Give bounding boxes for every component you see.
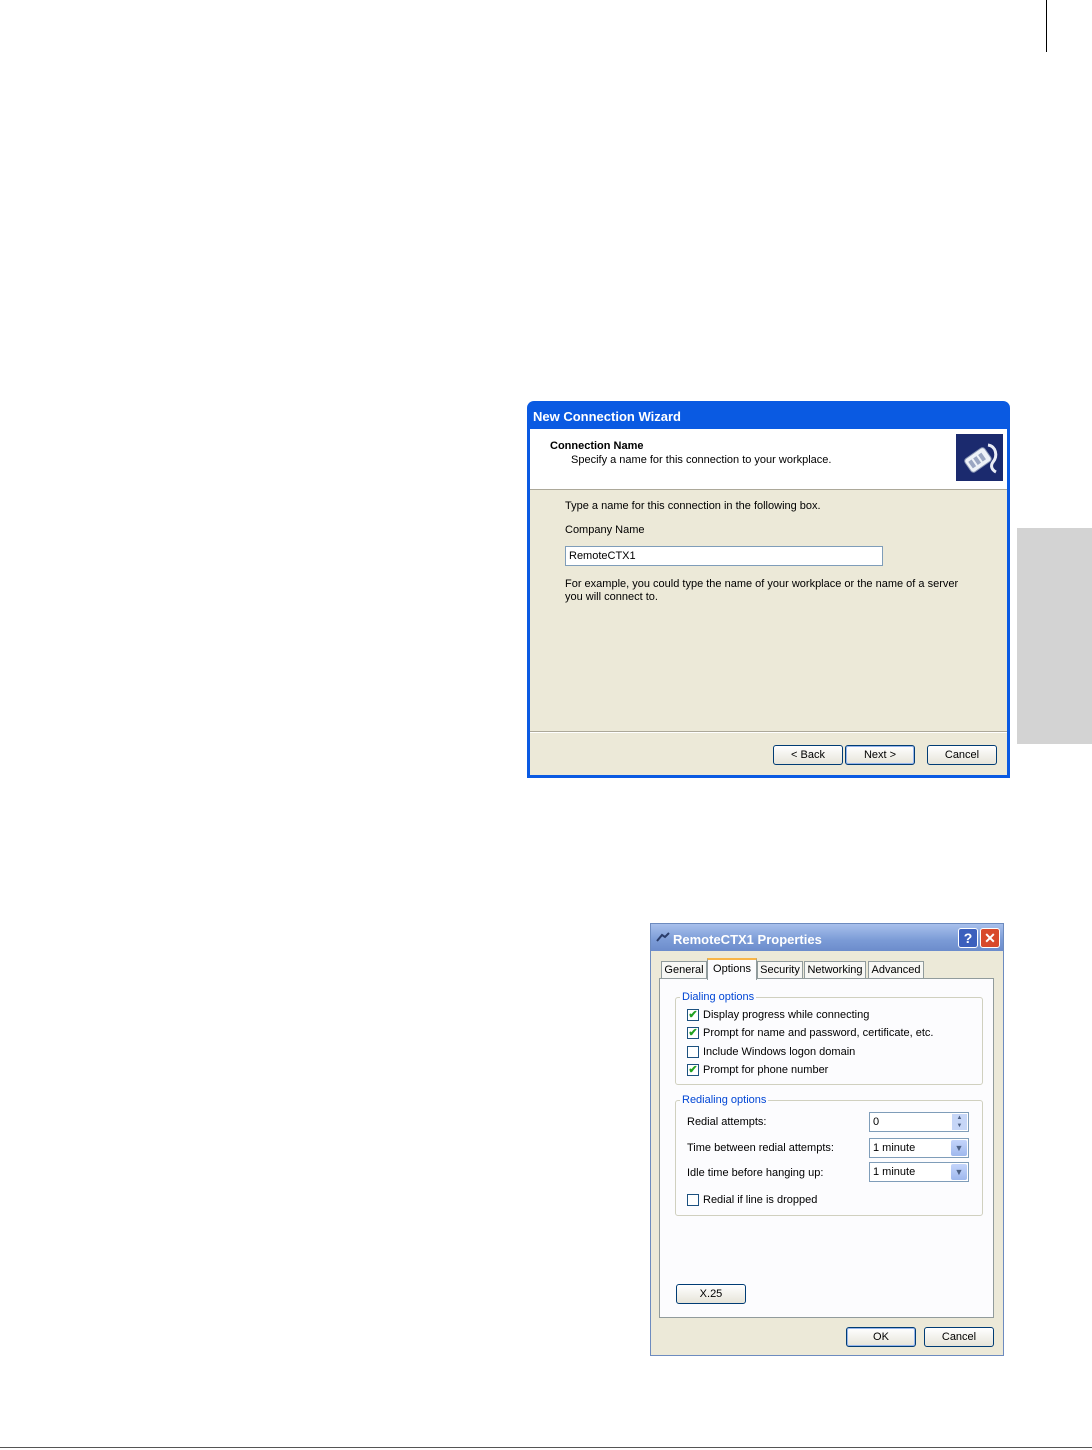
prompt-credentials-label: Prompt for name and password, certificat… [703,1027,934,1039]
company-name-input[interactable] [565,546,883,566]
redial-attempts-label: Redial attempts: [687,1116,767,1128]
phone-connection-icon [956,434,1003,481]
prompt-phone-checkbox[interactable]: ✔ [687,1064,699,1076]
chevron-down-icon[interactable]: ▼ [951,1140,967,1156]
redial-dropped-label: Redial if line is dropped [703,1194,818,1206]
idle-time-value: 1 minute [873,1166,916,1178]
idle-time-select[interactable]: 1 minute ▼ [869,1162,969,1182]
back-button[interactable]: < Back [773,745,843,765]
wizard-instruction: Type a name for this connection in the f… [565,500,821,512]
connection-app-icon [656,931,670,943]
time-between-label: Time between redial attempts: [687,1142,834,1154]
idle-time-label: Idle time before hanging up: [687,1167,824,1179]
properties-titlebar: RemoteCTX1 Properties ? ✕ [651,924,1003,951]
page-bottom-rule [0,1447,1092,1448]
tab-networking[interactable]: Networking [804,961,866,979]
properties-cancel-button[interactable]: Cancel [924,1327,994,1347]
page-top-rule [1046,0,1047,52]
wizard-example-note: For example, you could type the name of … [565,578,959,603]
tab-general[interactable]: General [661,961,707,979]
wizard-cancel-button[interactable]: Cancel [927,745,997,765]
wizard-header-subtitle: Specify a name for this connection to yo… [571,454,832,466]
include-logon-domain-label: Include Windows logon domain [703,1046,856,1058]
redial-dropped-checkbox[interactable] [687,1194,699,1206]
tab-options[interactable]: Options [707,958,757,980]
ok-button[interactable]: OK [846,1327,916,1347]
wizard-title: New Connection Wizard [533,409,681,424]
new-connection-wizard-window: New Connection Wizard Connection Name Sp… [527,401,1010,778]
next-button[interactable]: Next > [845,745,915,765]
prompt-credentials-checkbox[interactable]: ✔ [687,1027,699,1039]
time-between-select[interactable]: 1 minute ▼ [869,1138,969,1158]
tab-security[interactable]: Security [757,961,803,979]
redialing-options-label: Redialing options [680,1094,769,1106]
display-progress-checkbox[interactable]: ✔ [687,1009,699,1021]
prompt-phone-label: Prompt for phone number [703,1064,829,1076]
spin-up-icon[interactable]: ▲ [952,1114,967,1122]
close-button[interactable]: ✕ [980,928,1000,948]
options-tab-panel: Dialing options ✔ Display progress while… [659,978,994,1318]
properties-dialog: RemoteCTX1 Properties ? ✕ General Option… [650,923,1004,1356]
wizard-header: Connection Name Specify a name for this … [530,429,1007,490]
x25-button[interactable]: X.25 [676,1284,746,1304]
wizard-client-area: Connection Name Specify a name for this … [530,429,1007,775]
spin-buttons[interactable]: ▲ ▼ [952,1114,967,1130]
time-between-value: 1 minute [873,1142,916,1154]
dialing-options-label: Dialing options [680,991,757,1003]
tab-advanced[interactable]: Advanced [868,961,924,979]
wizard-separator [530,731,1007,733]
help-button[interactable]: ? [958,928,978,948]
company-name-label: Company Name [565,524,645,536]
spin-down-icon[interactable]: ▼ [952,1122,967,1130]
display-progress-label: Display progress while connecting [703,1009,870,1021]
chevron-down-icon[interactable]: ▼ [951,1164,967,1180]
include-logon-domain-checkbox[interactable] [687,1046,699,1058]
wizard-header-title: Connection Name [550,440,644,452]
redial-attempts-stepper[interactable]: 0 ▲ ▼ [869,1112,969,1132]
properties-title: RemoteCTX1 Properties [673,932,822,947]
redial-attempts-value: 0 [873,1116,880,1128]
chapter-side-tab [1017,528,1092,744]
